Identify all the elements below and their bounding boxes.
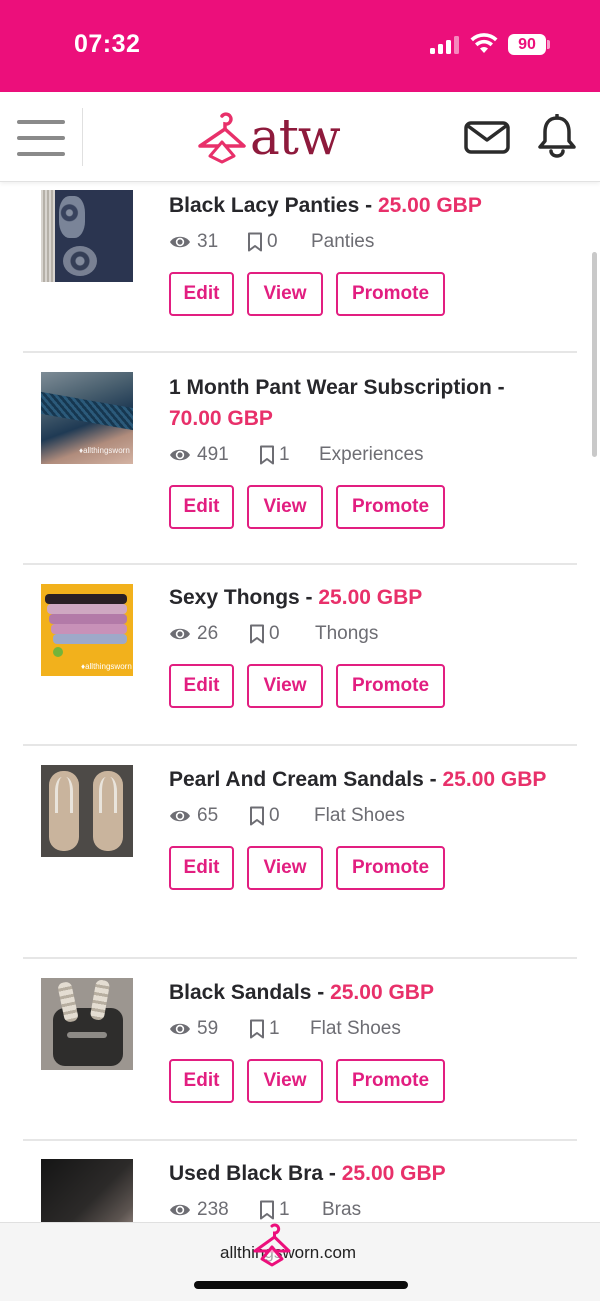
save-count: 0	[267, 231, 278, 252]
view-button[interactable]: View	[247, 485, 323, 529]
bookmark-icon	[260, 1200, 274, 1220]
divider	[23, 957, 577, 959]
listing-price: 25.00 GBP	[318, 586, 423, 609]
divider	[23, 744, 577, 746]
promote-button[interactable]: Promote	[336, 485, 445, 529]
site-logo[interactable]: atw	[196, 106, 366, 168]
listing-title[interactable]: 1 Month Pant Wear Subscription	[169, 376, 492, 399]
listing-price: 25.00 GBP	[330, 981, 434, 1004]
listing-thumbnail[interactable]: ♦allthingsworn	[41, 372, 133, 464]
home-indicator[interactable]	[194, 1281, 408, 1289]
listing-price: 70.00 GBP	[169, 407, 273, 430]
category-label: Panties	[311, 231, 375, 252]
category-label: Flat Shoes	[314, 805, 405, 826]
hanger-icon	[198, 112, 246, 164]
edit-button[interactable]: Edit	[169, 272, 234, 316]
listings-list: Black Lacy Panties - 25.00 GBP 31 0 Pant…	[0, 182, 600, 1222]
save-count: 1	[269, 1018, 280, 1039]
header-divider	[82, 108, 83, 166]
view-button[interactable]: View	[247, 846, 323, 890]
edit-button[interactable]: Edit	[169, 1059, 234, 1103]
bell-icon[interactable]	[537, 114, 577, 158]
category-label: Bras	[322, 1199, 362, 1220]
bookmark-icon	[250, 624, 264, 644]
promote-button[interactable]: Promote	[336, 846, 445, 890]
eye-icon	[170, 1023, 190, 1035]
eye-icon	[170, 628, 190, 640]
divider	[23, 351, 577, 353]
edit-button[interactable]: Edit	[169, 485, 234, 529]
listing-thumbnail[interactable]	[41, 190, 133, 282]
scrollbar[interactable]	[592, 252, 597, 457]
listing-thumbnail[interactable]	[41, 978, 133, 1070]
eye-icon	[170, 236, 190, 248]
promote-button[interactable]: Promote	[336, 272, 445, 316]
bookmark-icon	[250, 1019, 264, 1039]
status-bar: 07:32 90	[0, 0, 600, 92]
signal-icon	[430, 36, 460, 54]
status-time: 07:32	[74, 30, 141, 58]
save-count: 1	[279, 1199, 290, 1220]
battery-tip	[547, 40, 550, 49]
listing-title[interactable]: Black Lacy Panties	[169, 194, 359, 217]
app-header: atw	[0, 92, 600, 182]
view-button[interactable]: View	[247, 664, 323, 708]
promote-button[interactable]: Promote	[336, 1059, 445, 1103]
listing-thumbnail[interactable]	[41, 1159, 133, 1222]
listing-title[interactable]: Black Sandals	[169, 981, 311, 1004]
battery-indicator: 90	[508, 34, 546, 55]
save-count: 1	[279, 444, 290, 465]
listing-thumbnail[interactable]: ♦allthingsworn	[41, 584, 133, 676]
divider	[23, 563, 577, 565]
edit-button[interactable]: Edit	[169, 846, 234, 890]
mail-icon[interactable]	[464, 121, 510, 154]
view-count: 59	[197, 1018, 219, 1039]
bookmark-icon	[250, 806, 264, 826]
listing-price: 25.00 GBP	[341, 1162, 446, 1185]
view-count: 491	[197, 444, 229, 465]
wifi-icon	[470, 33, 498, 53]
bookmark-icon	[248, 232, 262, 252]
edit-button[interactable]: Edit	[169, 664, 234, 708]
bottom-bar: allthingsworn.com	[0, 1222, 600, 1301]
view-count: 238	[197, 1199, 229, 1220]
listing-price: 25.00 GBP	[377, 194, 482, 217]
promote-button[interactable]: Promote	[336, 664, 445, 708]
listing-price: 25.00 GBP	[442, 768, 547, 791]
save-count: 0	[269, 805, 280, 826]
menu-icon[interactable]	[17, 120, 65, 156]
view-count: 65	[197, 805, 219, 826]
listing-title[interactable]: Pearl And Cream Sandals	[169, 768, 424, 791]
category-label: Thongs	[315, 623, 379, 644]
category-label: Experiences	[319, 444, 424, 465]
logo-text: atw	[250, 108, 341, 166]
category-label: Flat Shoes	[310, 1018, 401, 1039]
save-count: 0	[269, 623, 280, 644]
eye-icon	[170, 1204, 190, 1216]
eye-icon	[170, 449, 190, 461]
listing-thumbnail[interactable]	[41, 765, 133, 857]
hanger-icon	[253, 1223, 291, 1267]
bookmark-icon	[260, 445, 274, 465]
view-count: 26	[197, 623, 219, 644]
eye-icon	[170, 810, 190, 822]
view-button[interactable]: View	[247, 1059, 323, 1103]
view-button[interactable]: View	[247, 272, 323, 316]
listing-title[interactable]: Used Black Bra	[169, 1162, 323, 1185]
divider	[23, 1139, 577, 1141]
view-count: 31	[197, 231, 219, 252]
listing-title[interactable]: Sexy Thongs	[169, 586, 300, 609]
